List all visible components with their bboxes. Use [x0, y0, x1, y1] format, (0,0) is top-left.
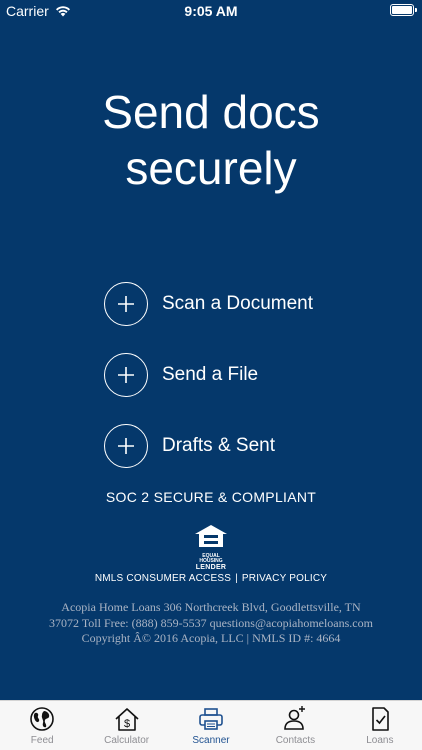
page-title: Send docs securely [0, 84, 422, 196]
document-check-icon [372, 707, 389, 731]
battery-icon [390, 4, 417, 16]
tab-bar: Feed $ Calculator Scanner Contacts Loans [0, 700, 422, 750]
tab-contacts-label: Contacts [275, 735, 316, 746]
send-file-label: Send a File [162, 364, 259, 385]
tab-feed-label: Feed [30, 735, 54, 746]
globe-icon [30, 707, 55, 731]
address-line-1: Acopia Home Loans 306 Northcreek Blvd, G… [61, 600, 361, 614]
tab-calculator-label: Calculator [104, 735, 150, 746]
privacy-policy-link[interactable]: PRIVACY POLICY [242, 573, 327, 584]
scan-document-button[interactable]: Scan a Document [104, 281, 313, 327]
plus-icon [104, 353, 148, 397]
nmls-consumer-access-link[interactable]: NMLS CONSUMER ACCESS [95, 573, 231, 584]
footer-links: NMLS CONSUMER ACCESS | PRIVACY POLICY [0, 573, 422, 584]
title-line-1: Send docs [102, 86, 320, 138]
tab-scanner-label: Scanner [192, 735, 230, 746]
tab-scanner[interactable]: Scanner [169, 701, 253, 750]
status-time: 9:05 AM [184, 3, 238, 19]
drafts-sent-button[interactable]: Drafts & Sent [104, 423, 275, 469]
printer-icon [199, 708, 223, 730]
house-dollar-icon: $ [115, 708, 139, 731]
plus-icon [104, 282, 148, 326]
scan-document-label: Scan a Document [162, 293, 314, 314]
send-file-button[interactable]: Send a File [104, 352, 258, 398]
address-line-2: 37072 Toll Free: (888) 859-5537 question… [49, 615, 373, 630]
drafts-sent-label: Drafts & Sent [162, 435, 275, 456]
ehl-line-2: LENDER [195, 564, 227, 571]
tab-feed[interactable]: Feed [0, 701, 84, 750]
compliance-text: SOC 2 SECURE & COMPLIANT [105, 489, 317, 505]
tab-loans[interactable]: Loans [338, 701, 422, 750]
house-logo-icon [195, 525, 227, 547]
tab-loans-label: Loans [366, 735, 394, 746]
contact-user-icon [284, 706, 306, 730]
tab-contacts[interactable]: Contacts [253, 701, 337, 750]
svg-text:$: $ [124, 718, 130, 730]
equal-housing-lender-icon: EQUAL HOUSING LENDER [191, 523, 231, 571]
status-bar: Carrier 9:05 AM [0, 0, 422, 22]
copyright-line: Copyright Â© 2016 Acopia, LLC | NMLS ID … [81, 631, 341, 645]
plus-icon [104, 424, 148, 468]
tab-calculator[interactable]: $ Calculator [84, 701, 168, 750]
company-address: Acopia Home Loans 306 Northcreek Blvd, G… [0, 600, 422, 647]
link-separator: | [235, 573, 238, 584]
ehl-line-1: EQUAL HOUSING [199, 553, 223, 564]
title-line-2: securely [125, 142, 297, 194]
